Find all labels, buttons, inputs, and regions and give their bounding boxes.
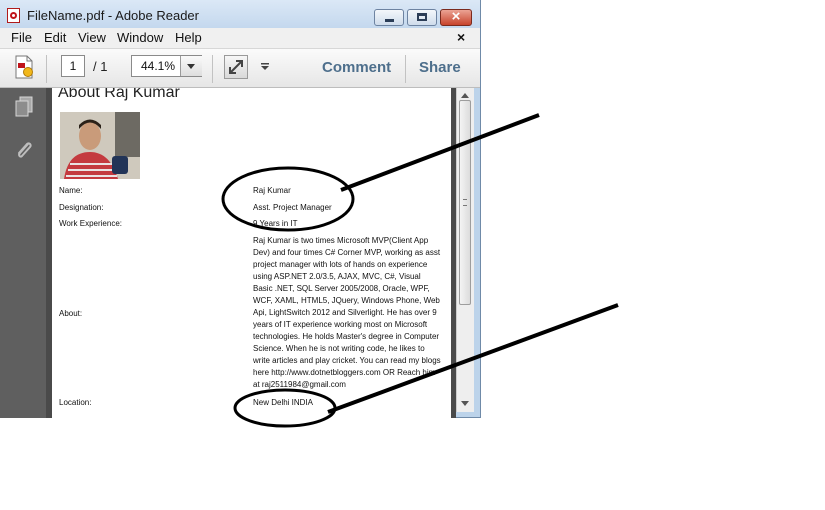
title-bar[interactable]: FileName.pdf - Adobe Reader × [0, 0, 480, 28]
menu-file[interactable]: File [11, 30, 32, 45]
about-text-line: technologies. He holds Master's degree i… [253, 332, 440, 341]
location-value: New Delhi INDIA [253, 398, 314, 407]
pdf-page: About Raj Kumar Name: Raj Kumar Designat… [52, 88, 451, 418]
chevron-down-icon[interactable] [180, 56, 202, 76]
zoom-value: 44.1% [141, 59, 176, 73]
close-window-button[interactable]: × [440, 8, 472, 26]
about-text-line: at raj2511984@gmail.com [253, 380, 346, 389]
vertical-scrollbar[interactable] [456, 88, 474, 412]
about-text-line: using ASP.NET 2.0/3.5, AJAX, MVC, C#, Vi… [253, 272, 421, 281]
about-text-line: project manager with lots of hands on ex… [253, 260, 428, 269]
about-text-line: Dev) and four times C# Corner MVP, worki… [253, 248, 441, 257]
app-window: FileName.pdf - Adobe Reader × File Edit … [0, 0, 481, 418]
profile-photo [60, 112, 140, 179]
toolbar-separator [212, 55, 213, 83]
scroll-up-icon[interactable] [461, 93, 469, 98]
more-tools-icon[interactable] [260, 63, 270, 71]
experience-value: 9 Years in IT [253, 219, 298, 228]
experience-label: Work Experience: [59, 219, 122, 228]
zoom-select[interactable]: 44.1% [131, 55, 202, 77]
maximize-button[interactable] [407, 9, 437, 26]
create-pdf-icon[interactable] [14, 55, 34, 79]
pages-icon[interactable] [13, 95, 35, 117]
toolbar-separator [46, 55, 47, 83]
navigation-pane [0, 88, 46, 418]
attachment-icon[interactable] [13, 139, 35, 161]
comment-button[interactable]: Comment [322, 59, 391, 76]
document-viewport[interactable]: About Raj Kumar Name: Raj Kumar Designat… [46, 88, 456, 418]
page-total: / 1 [93, 59, 108, 74]
menu-edit[interactable]: Edit [44, 30, 66, 45]
menu-view[interactable]: View [78, 30, 106, 45]
about-text-line: Basic .NET, SQL Server 2005/2008, Oracle… [253, 284, 430, 293]
about-text-line: Science. When he is not writing code, he… [253, 344, 425, 353]
scroll-down-icon[interactable] [461, 401, 469, 406]
menu-bar: File Edit View Window Help × [0, 28, 480, 49]
name-label: Name: [59, 186, 83, 195]
about-text-line: write articles and play cricket. You can… [253, 356, 441, 365]
minimize-button[interactable] [374, 9, 404, 26]
about-label: About: [59, 309, 83, 318]
name-value: Raj Kumar [253, 186, 291, 195]
menu-help[interactable]: Help [175, 30, 202, 45]
about-text-line: WCF, XAML, HTML5, JQuery, Windows Phone,… [253, 296, 440, 305]
about-text-line: Api, LightSwitch 2012 and Silverlight. H… [253, 308, 437, 317]
scroll-thumb[interactable] [459, 100, 471, 305]
about-text-line: Raj Kumar is two times Microsoft MVP(Cli… [253, 236, 429, 245]
designation-value: Asst. Project Manager [253, 203, 332, 212]
designation-label: Designation: [59, 203, 104, 212]
window-title: FileName.pdf - Adobe Reader [27, 8, 199, 23]
location-label: Location: [59, 398, 92, 407]
expand-icon [229, 60, 243, 74]
page-number-input[interactable]: 1 [61, 55, 85, 77]
close-document-button[interactable]: × [457, 29, 465, 45]
about-text-line: years of IT experience working most on M… [253, 320, 428, 329]
toolbar-separator [405, 55, 406, 83]
pdf-app-icon [7, 8, 20, 23]
close-icon: × [451, 8, 461, 25]
about-text-line: here http://www.dotnetbloggers.com OR Re… [253, 368, 436, 377]
toolbar: 1 / 1 44.1% Comment Share [0, 49, 480, 88]
full-screen-button[interactable] [224, 55, 248, 79]
document-title: About Raj Kumar [58, 88, 180, 101]
menu-window[interactable]: Window [117, 30, 163, 45]
share-button[interactable]: Share [419, 59, 461, 76]
